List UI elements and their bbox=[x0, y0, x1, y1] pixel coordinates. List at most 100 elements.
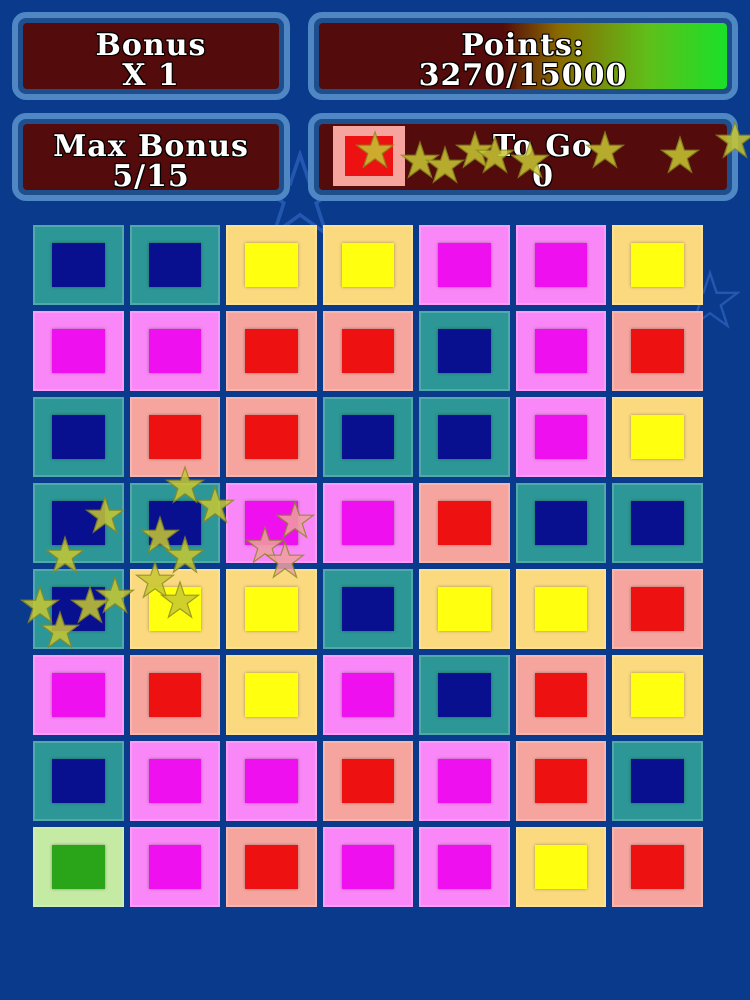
tile-core bbox=[148, 672, 202, 718]
points-label: Points: bbox=[461, 28, 585, 63]
tile-core bbox=[148, 414, 202, 460]
tile-red[interactable] bbox=[612, 827, 703, 907]
tile-blue[interactable] bbox=[129, 225, 221, 305]
tile-red[interactable] bbox=[226, 827, 317, 907]
points-value: 3270/15000 bbox=[418, 58, 628, 90]
tile-blue[interactable] bbox=[33, 569, 124, 649]
tile-yellow[interactable] bbox=[129, 569, 221, 649]
tile-core bbox=[245, 242, 298, 288]
tile-core bbox=[341, 328, 395, 374]
tile-magenta[interactable] bbox=[419, 741, 510, 821]
tile-blue[interactable] bbox=[612, 483, 703, 563]
tile-green[interactable] bbox=[33, 827, 124, 907]
tile-magenta[interactable] bbox=[419, 225, 510, 305]
tile-red[interactable] bbox=[419, 483, 510, 563]
tile-red[interactable] bbox=[226, 311, 317, 391]
tile-yellow[interactable] bbox=[226, 655, 317, 735]
tile-blue[interactable] bbox=[33, 741, 124, 821]
points-panel: Points: 3270/15000 bbox=[308, 12, 738, 100]
bonus-label: Bonus bbox=[95, 28, 207, 63]
tile-blue[interactable] bbox=[33, 397, 124, 477]
tile-core bbox=[341, 500, 395, 546]
tile-core bbox=[52, 758, 105, 804]
to-go-panel: To Go 0 bbox=[308, 113, 738, 201]
tile-core bbox=[438, 844, 491, 890]
points-panel-inner: Points: 3270/15000 bbox=[319, 23, 727, 89]
tile-magenta[interactable] bbox=[226, 483, 317, 563]
tile-blue[interactable] bbox=[33, 225, 124, 305]
tile-magenta[interactable] bbox=[322, 827, 414, 907]
tile-core bbox=[631, 328, 684, 374]
tile-blue[interactable] bbox=[322, 569, 414, 649]
tile-blue[interactable] bbox=[129, 483, 221, 563]
tile-core bbox=[245, 586, 298, 632]
tile-core bbox=[245, 844, 298, 890]
tile-red[interactable] bbox=[612, 569, 703, 649]
tile-red[interactable] bbox=[129, 655, 221, 735]
tile-magenta[interactable] bbox=[33, 655, 124, 735]
tile-core bbox=[52, 500, 105, 546]
tile-core bbox=[631, 758, 684, 804]
tile-red[interactable] bbox=[129, 397, 221, 477]
tile-core bbox=[534, 672, 588, 718]
tile-yellow[interactable] bbox=[226, 225, 317, 305]
tile-core bbox=[631, 586, 684, 632]
tile-core bbox=[148, 328, 202, 374]
tile-red[interactable] bbox=[612, 311, 703, 391]
tile-core bbox=[52, 414, 105, 460]
tile-core bbox=[534, 414, 588, 460]
tile-red[interactable] bbox=[226, 397, 317, 477]
tile-magenta[interactable] bbox=[129, 741, 221, 821]
tile-yellow[interactable] bbox=[515, 827, 607, 907]
tile-blue[interactable] bbox=[419, 311, 510, 391]
tile-yellow[interactable] bbox=[612, 397, 703, 477]
to-go-panel-inner: To Go 0 bbox=[319, 124, 727, 190]
to-go-label: To Go bbox=[493, 129, 593, 164]
tile-core bbox=[52, 242, 105, 288]
tile-red[interactable] bbox=[515, 741, 607, 821]
tile-magenta[interactable] bbox=[515, 397, 607, 477]
tile-magenta[interactable] bbox=[322, 655, 414, 735]
max-bonus-label: Max Bonus bbox=[53, 129, 249, 164]
tile-red[interactable] bbox=[322, 311, 414, 391]
tile-core bbox=[148, 586, 202, 632]
tile-core bbox=[438, 586, 491, 632]
tile-blue[interactable] bbox=[612, 741, 703, 821]
tile-core bbox=[148, 758, 202, 804]
tile-yellow[interactable] bbox=[612, 225, 703, 305]
tile-magenta[interactable] bbox=[419, 827, 510, 907]
tile-yellow[interactable] bbox=[419, 569, 510, 649]
tile-core bbox=[438, 672, 491, 718]
tile-blue[interactable] bbox=[322, 397, 414, 477]
tile-magenta[interactable] bbox=[226, 741, 317, 821]
tile-core bbox=[341, 586, 395, 632]
tile-core bbox=[148, 844, 202, 890]
tile-blue[interactable] bbox=[33, 483, 124, 563]
tile-core bbox=[534, 586, 588, 632]
tile-yellow[interactable] bbox=[226, 569, 317, 649]
tile-yellow[interactable] bbox=[612, 655, 703, 735]
tile-magenta[interactable] bbox=[515, 225, 607, 305]
tile-core bbox=[534, 328, 588, 374]
tile-core bbox=[245, 672, 298, 718]
tile-core bbox=[631, 242, 684, 288]
tile-blue[interactable] bbox=[419, 397, 510, 477]
tile-core bbox=[534, 844, 588, 890]
tile-magenta[interactable] bbox=[33, 311, 124, 391]
tile-red[interactable] bbox=[322, 741, 414, 821]
tile-magenta[interactable] bbox=[129, 827, 221, 907]
tile-core bbox=[341, 242, 395, 288]
tile-red[interactable] bbox=[515, 655, 607, 735]
tile-magenta[interactable] bbox=[515, 311, 607, 391]
tile-yellow[interactable] bbox=[515, 569, 607, 649]
tile-blue[interactable] bbox=[515, 483, 607, 563]
tile-yellow[interactable] bbox=[322, 225, 414, 305]
to-go-value: 0 bbox=[532, 159, 554, 191]
tile-magenta[interactable] bbox=[322, 483, 414, 563]
tile-core bbox=[341, 844, 395, 890]
bonus-value: X 1 bbox=[122, 58, 180, 90]
tile-magenta[interactable] bbox=[129, 311, 221, 391]
tile-blue[interactable] bbox=[419, 655, 510, 735]
max-bonus-value: 5/15 bbox=[112, 159, 190, 191]
tile-core bbox=[245, 328, 298, 374]
